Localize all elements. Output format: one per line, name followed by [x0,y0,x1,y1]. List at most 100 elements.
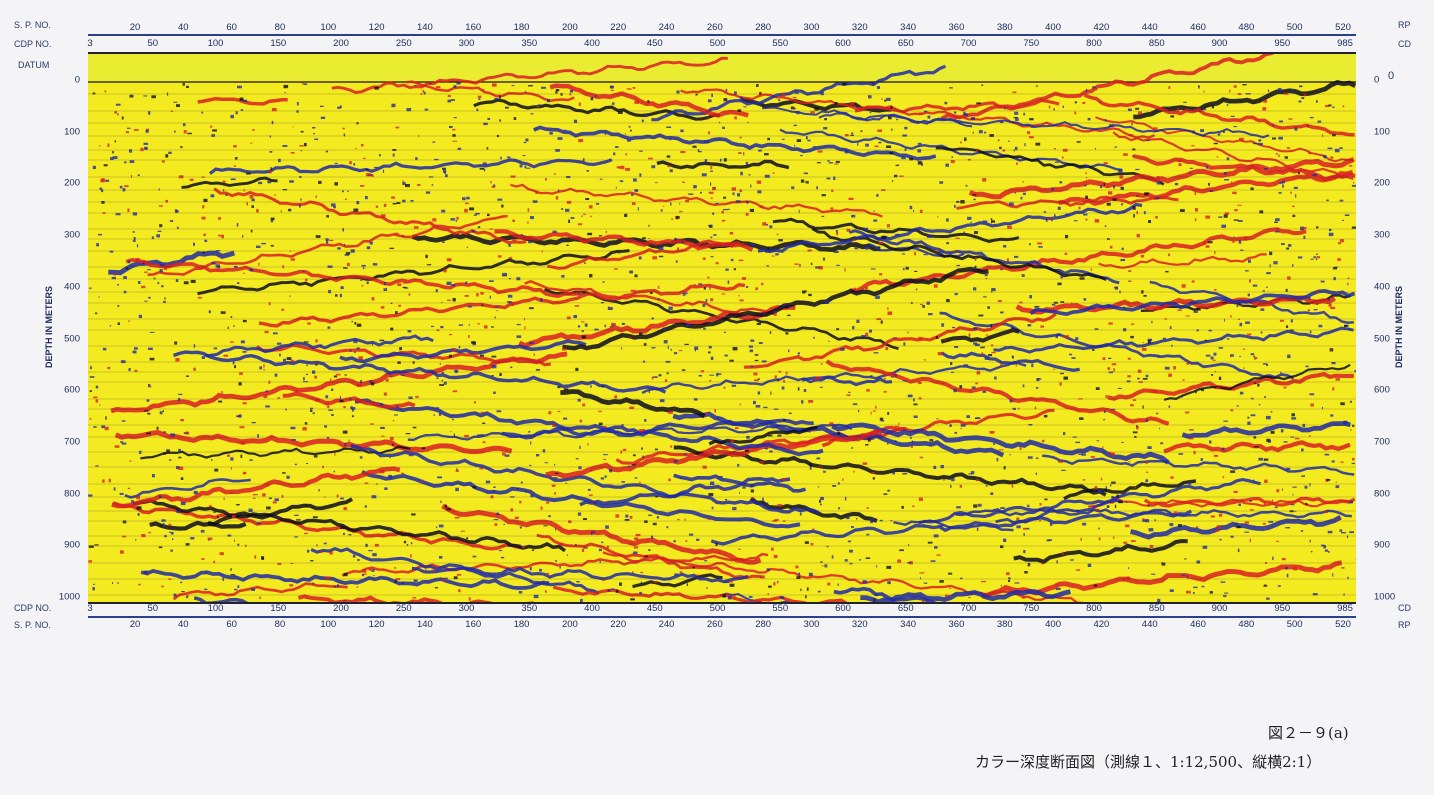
speckle [981,84,984,86]
speckle [368,568,371,571]
speckle [716,373,719,377]
speckle [797,387,800,391]
speckle [648,549,651,551]
speckle [707,99,712,103]
speckle [379,154,381,157]
speckle [1060,275,1063,279]
speckle [1044,498,1048,501]
speckle [1215,529,1219,532]
speckle [604,132,606,135]
speckle [344,374,347,376]
speckle [1012,91,1017,94]
speckle [340,527,345,529]
speckle [1128,270,1132,272]
speckle [112,151,114,154]
speckle [172,538,174,540]
speckle [1236,526,1241,529]
speckle [578,466,582,470]
speckle [1071,302,1073,305]
speckle [887,581,891,585]
speckle [456,216,459,220]
speckle [887,442,889,445]
speckle [704,159,708,163]
speckle [128,320,130,322]
speckle [821,565,824,567]
speckle [399,347,402,351]
speckle [274,194,276,196]
speckle [905,266,909,270]
tick-label: 550 [772,603,789,614]
speckle [668,478,671,482]
speckle [88,287,92,289]
speckle [748,174,751,176]
speckle [1141,347,1147,351]
speckle [1284,156,1288,159]
speckle [886,145,892,148]
speckle [229,492,233,494]
depth-tick-label: 100 [1374,126,1390,138]
tick-label: 340 [900,619,917,630]
speckle [1063,376,1068,380]
speckle [214,468,219,472]
speckle [625,167,631,171]
speckle [243,189,245,192]
speckle [587,443,589,446]
speckle [134,347,138,350]
speckle [491,326,494,328]
speckle [1334,148,1340,153]
speckle [959,484,962,488]
speckle [1009,454,1011,456]
speckle [303,341,309,343]
speckle [1059,382,1062,386]
speckle [1118,169,1123,173]
speckle [1331,362,1336,365]
speckle [899,549,904,552]
speckle [452,134,456,137]
speckle [243,99,248,102]
speckle [777,434,782,437]
speckle [569,93,572,96]
speckle [366,173,371,177]
speckle [759,92,761,96]
speckle [622,448,627,451]
speckle [917,381,922,385]
speckle [174,341,178,345]
speckle [754,359,759,362]
speckle [483,168,486,172]
speckle [446,508,451,511]
speckle [923,524,925,526]
speckle [718,552,721,554]
speckle [1094,219,1100,223]
speckle [1301,448,1304,452]
speckle [306,373,308,376]
speckle [99,404,101,406]
cdp-label-bottom: CDP NO. [14,603,52,613]
speckle [1053,108,1055,111]
tick-label: 800 [1086,603,1102,614]
speckle [617,111,623,114]
speckle [458,346,461,349]
speckle [768,435,773,437]
speckle [1223,595,1227,598]
speckle [1264,502,1266,506]
speckle [347,190,349,192]
speckle [1196,329,1199,332]
tick-label: 360 [948,619,965,630]
speckle [823,470,826,473]
speckle [122,188,126,192]
speckle [496,310,498,312]
speckle [930,560,936,562]
speckle [1263,584,1267,587]
tick-label: 700 [960,603,977,614]
speckle [107,143,110,147]
speckle [535,369,540,371]
speckle [502,274,507,277]
speckle [1109,245,1113,249]
tick-label: 480 [1238,22,1255,33]
speckle [581,330,584,332]
speckle [605,231,607,234]
speckle [329,551,333,555]
speckle [93,426,97,428]
speckle [729,583,735,587]
speckle [1160,442,1164,445]
